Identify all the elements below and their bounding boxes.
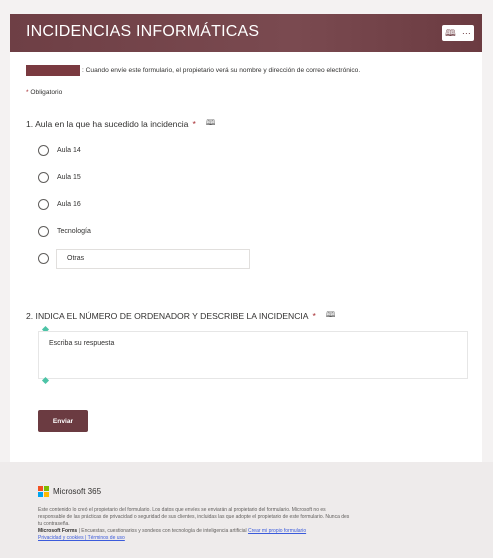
option-aula-16[interactable]: Aula 16 [38, 199, 81, 210]
question-2-required-mark: * [312, 311, 316, 321]
form-title: INCIDENCIAS INFORMÁTICAS [26, 23, 260, 40]
option-label: Tecnología [57, 228, 91, 235]
forms-description: | Encuestas, cuestionarios y sondeos con… [78, 528, 247, 534]
radio-icon[interactable] [38, 226, 49, 237]
required-note: * Obligatorio [26, 89, 62, 96]
more-icon[interactable]: ⋯ [462, 25, 471, 41]
form-header: INCIDENCIAS INFORMÁTICAS 🕮 ⋯ [10, 14, 482, 52]
question-2-reader-icon[interactable]: 🕮 [326, 309, 335, 323]
option-other[interactable] [38, 253, 57, 264]
other-option-input[interactable]: Otras [56, 249, 250, 269]
microsoft-logo: Microsoft 365 [38, 486, 101, 497]
brand-name: Microsoft 365 [53, 487, 102, 496]
question-2-label: 2. INDICA EL NÚMERO DE ORDENADOR Y DESCR… [26, 309, 335, 323]
radio-icon[interactable] [38, 253, 49, 264]
immersive-reader-icon[interactable]: 🕮 [445, 25, 456, 41]
question-2-text: 2. INDICA EL NÚMERO DE ORDENADOR Y DESCR… [26, 311, 309, 321]
disclaimer-line-2: responsable de las prácticas de privacid… [38, 514, 350, 520]
option-aula-14[interactable]: Aula 14 [38, 145, 81, 156]
submit-button[interactable]: Enviar [38, 410, 88, 432]
question-1-reader-icon[interactable]: 🕮 [206, 117, 215, 131]
redacted-user-name [26, 65, 80, 76]
forms-brand: Microsoft Forms [38, 528, 78, 534]
header-tools: 🕮 ⋯ [442, 25, 474, 41]
create-form-link[interactable]: Crear mi propio formulario [248, 528, 306, 534]
footer-disclaimer: Este contenido lo creó el propietario de… [38, 507, 468, 542]
privacy-terms-link[interactable]: Privacidad y cookies | Términos de uso [38, 535, 468, 542]
question-2-answer-input[interactable]: Escriba su respuesta [38, 331, 468, 379]
microsoft-logo-icon [38, 486, 49, 497]
owner-notice-text: : Cuando envíe este formulario, el propi… [82, 67, 361, 74]
question-1-text: 1. Aula en la que ha sucedido la inciden… [26, 119, 189, 129]
footer: Microsoft 365 Este contenido lo creó el … [0, 462, 493, 558]
radio-icon[interactable] [38, 172, 49, 183]
question-1-label: 1. Aula en la que ha sucedido la inciden… [26, 117, 215, 131]
option-aula-15[interactable]: Aula 15 [38, 172, 81, 183]
radio-icon[interactable] [38, 199, 49, 210]
option-tecnologia[interactable]: Tecnología [38, 226, 91, 237]
owner-notice: : Cuando envíe este formulario, el propi… [26, 65, 360, 76]
option-label: Aula 16 [57, 201, 81, 208]
question-1-required-mark: * [192, 119, 196, 129]
option-label: Aula 14 [57, 147, 81, 154]
required-mark: * [26, 89, 29, 96]
forms-line: Microsoft Forms | Encuestas, cuestionari… [38, 528, 468, 535]
disclaimer-line-3: tu contraseña. [38, 521, 70, 527]
radio-icon[interactable] [38, 145, 49, 156]
option-label: Aula 15 [57, 174, 81, 181]
disclaimer-line-1: Este contenido lo creó el propietario de… [38, 507, 326, 513]
form-body: : Cuando envíe este formulario, el propi… [10, 52, 482, 462]
required-label: Obligatorio [30, 89, 63, 96]
